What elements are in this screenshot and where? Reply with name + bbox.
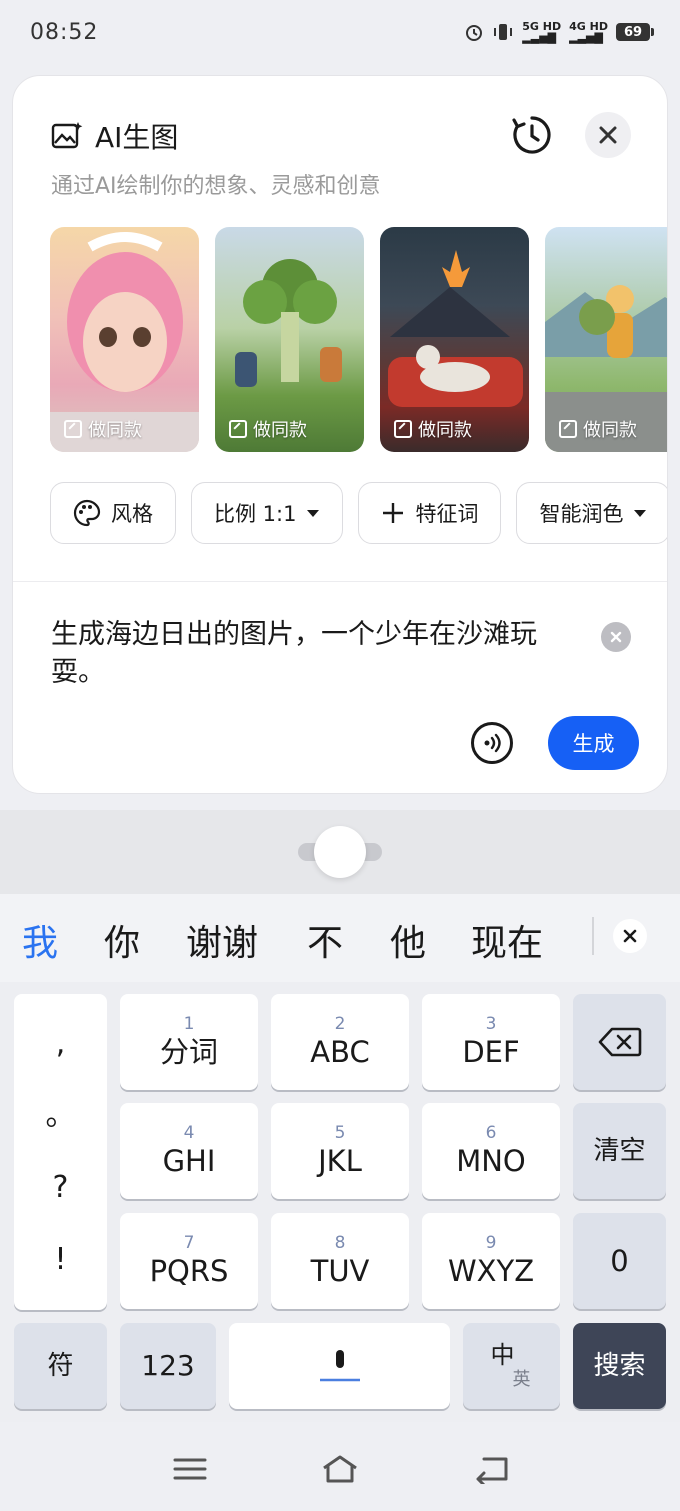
history-icon[interactable] (511, 114, 553, 156)
make-same-badge: 做同款 (559, 416, 637, 442)
option-chips: 风格 比例 1:1 特征词 智能润色 (50, 482, 667, 544)
key-3[interactable]: 3 DEF (422, 994, 560, 1090)
back-icon[interactable] (472, 1454, 512, 1484)
status-bar: 08:52 5G HD ▂▃▅▇ 4G HD ▂▃▅▇ 69 (0, 0, 680, 64)
menu-icon[interactable] (170, 1454, 210, 1484)
clear-key[interactable]: 清空 (573, 1103, 666, 1199)
generate-button[interactable]: 生成 (548, 716, 639, 770)
card-title: AI生图 (95, 121, 179, 154)
candidate-divider (592, 917, 594, 955)
key-9[interactable]: 9 WXYZ (422, 1213, 560, 1309)
key-7[interactable]: 7 PQRS (120, 1213, 258, 1309)
close-button[interactable] (585, 112, 631, 158)
close-icon (610, 631, 622, 643)
make-same-icon (64, 420, 82, 438)
make-same-icon (394, 420, 412, 438)
card-header: AI生图 (51, 116, 178, 156)
candidate-item[interactable]: 他 (390, 914, 426, 966)
search-key[interactable]: 搜索 (573, 1323, 666, 1409)
key-2[interactable]: 2 ABC (271, 994, 409, 1090)
example-image-4[interactable]: 做同款 (545, 227, 667, 452)
sound-wave-icon (484, 733, 501, 753)
example-image-1[interactable]: 做同款 (50, 227, 199, 452)
key-1[interactable]: 1 分词 (120, 994, 258, 1090)
palette-icon (73, 499, 101, 527)
smart-polish-chip[interactable]: 智能润色 (516, 482, 667, 544)
close-candidates-button[interactable] (613, 919, 647, 953)
keyboard-handle-area (0, 810, 680, 894)
make-same-badge: 做同款 (394, 416, 472, 442)
signal-1: 5G HD ▂▃▅▇ (522, 20, 562, 44)
numbers-key[interactable]: 123 (120, 1323, 216, 1409)
candidate-item[interactable]: 我 (22, 914, 58, 966)
plus-icon (383, 503, 404, 523)
make-same-badge: 做同款 (229, 416, 307, 442)
keyboard-drag-handle[interactable] (314, 826, 366, 878)
keywords-chip[interactable]: 特征词 (358, 482, 502, 544)
close-icon (599, 126, 617, 144)
divider (13, 581, 667, 582)
punct-key[interactable]: 。 (46, 1094, 76, 1138)
signal-2: 4G HD ▂▃▅▇ (569, 20, 608, 44)
candidate-bar: 我 你 谢谢 不 他 现在 (0, 894, 680, 982)
vibrate-icon (494, 24, 513, 40)
example-image-3[interactable]: 做同款 (380, 227, 529, 452)
caret-down-icon (634, 510, 647, 517)
backspace-icon (598, 1027, 641, 1057)
make-same-icon (559, 420, 577, 438)
space-key[interactable] (229, 1323, 450, 1409)
example-gallery: 做同款 做同款 做同款 做同款 (50, 227, 667, 452)
punct-key[interactable]: ? (53, 1166, 69, 1210)
microphone-icon (319, 1350, 360, 1382)
keyboard: , 。 ? ! 1 分词 2 ABC 3 DEF 4 GHI 5 JKL 6 MNO 清空 … (0, 982, 680, 1422)
status-icons: 5G HD ▂▃▅▇ 4G HD ▂▃▅▇ 69 (464, 20, 654, 44)
candidate-item[interactable]: 现在 (471, 914, 543, 966)
key-4[interactable]: 4 GHI (120, 1103, 258, 1199)
key-5[interactable]: 5 JKL (271, 1103, 409, 1199)
make-same-icon (229, 420, 247, 438)
backspace-key[interactable] (573, 994, 666, 1090)
home-icon[interactable] (320, 1454, 360, 1484)
candidate-item[interactable]: 谢谢 (186, 914, 258, 966)
ai-image-card: AI生图 通过AI绘制你的想象、灵感和创意 做同款 做同款 做同款 做同款 风格… (12, 75, 668, 794)
status-time: 08:52 (30, 19, 99, 45)
card-subtitle: 通过AI绘制你的想象、灵感和创意 (51, 174, 381, 199)
key-8[interactable]: 8 TUV (271, 1213, 409, 1309)
style-chip[interactable]: 风格 (50, 482, 176, 544)
close-icon (623, 929, 637, 943)
key-6[interactable]: 6 MNO (422, 1103, 560, 1199)
candidate-item[interactable]: 不 (307, 914, 343, 966)
battery-icon: 69 (616, 23, 654, 41)
symbol-key[interactable]: 符 (14, 1323, 107, 1409)
language-switch-key[interactable]: 中 英 (463, 1323, 560, 1409)
ai-image-icon (51, 122, 83, 149)
clear-prompt-button[interactable] (601, 622, 631, 652)
alarm-icon (466, 25, 483, 41)
punct-key[interactable]: , (56, 1022, 66, 1066)
punct-key[interactable]: ! (54, 1238, 66, 1282)
ratio-dropdown[interactable]: 比例 1:1 (191, 482, 344, 544)
system-nav-bar (0, 1422, 680, 1511)
candidate-item[interactable]: 你 (104, 914, 140, 966)
key-0[interactable]: 0 (573, 1213, 666, 1309)
example-image-2[interactable]: 做同款 (215, 227, 364, 452)
caret-down-icon (307, 510, 320, 517)
prompt-input[interactable]: 生成海边日出的图片，一个少年在沙滩玩耍。 (51, 616, 561, 692)
voice-input-button[interactable] (471, 722, 513, 764)
punctuation-column[interactable]: , 。 ? ! (14, 994, 107, 1310)
make-same-badge: 做同款 (64, 416, 142, 442)
